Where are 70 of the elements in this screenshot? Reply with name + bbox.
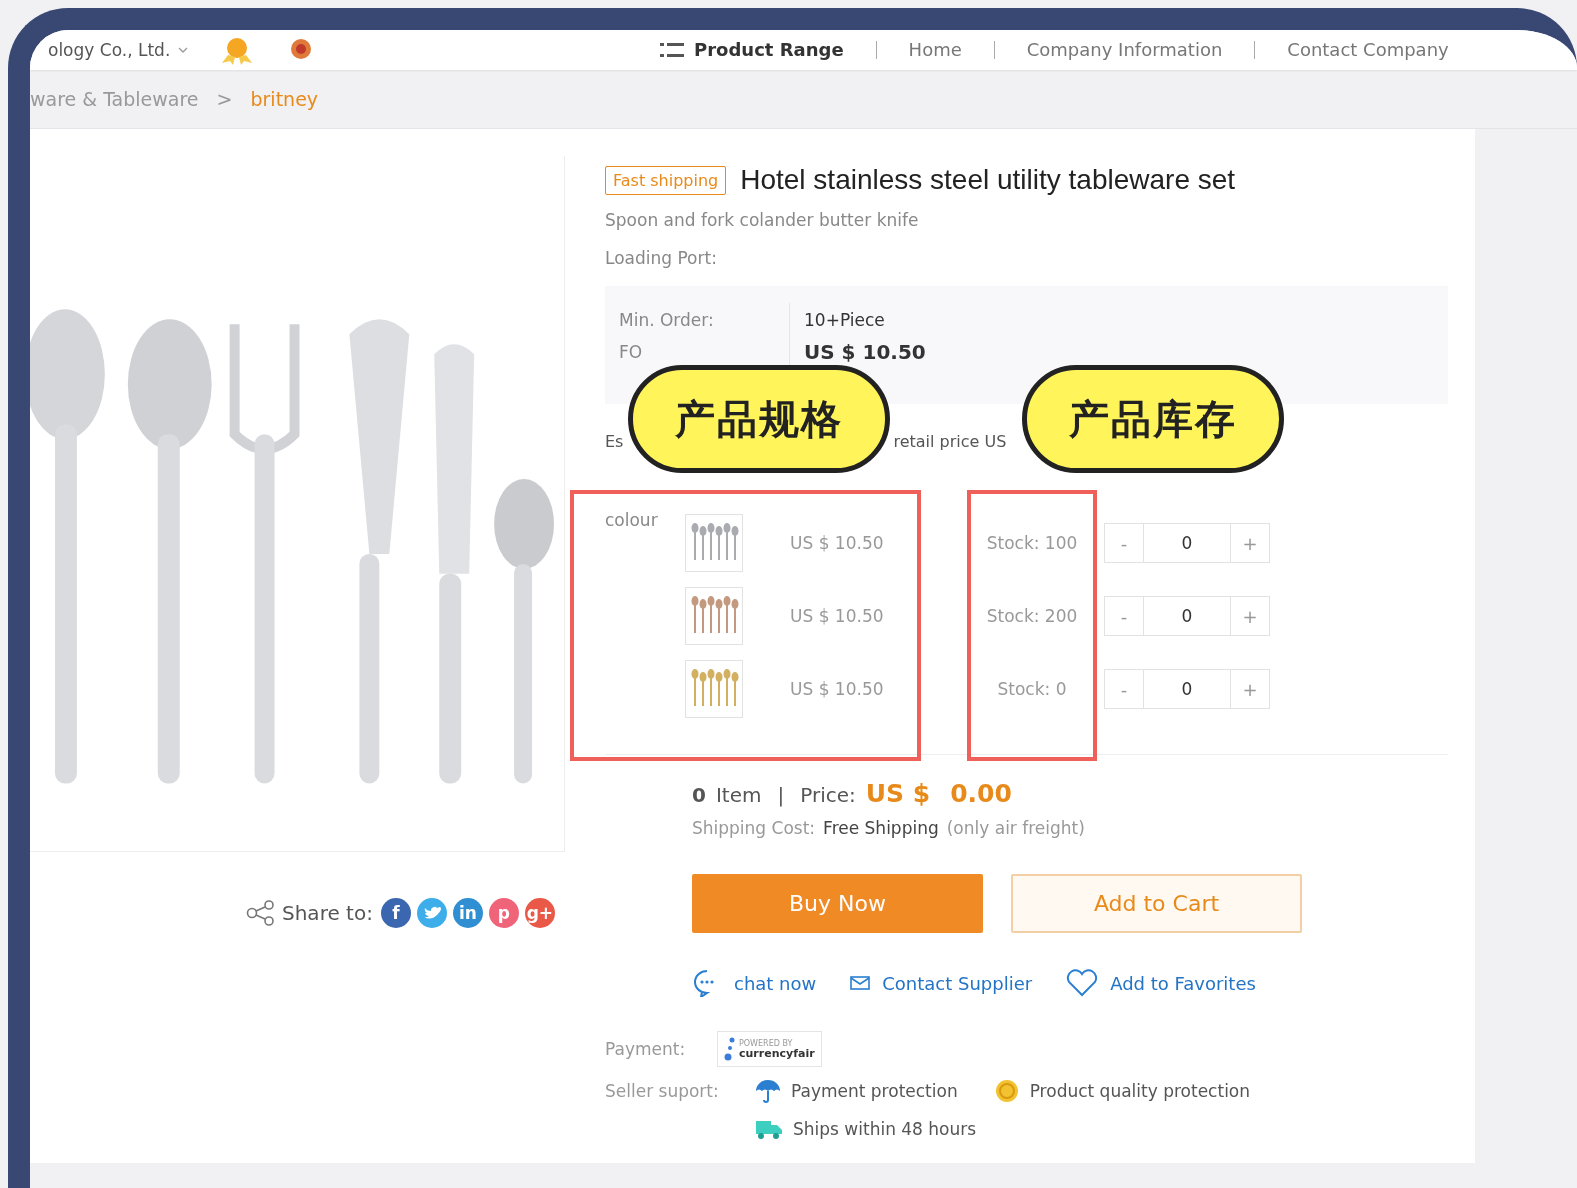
support-item: Ships within 48 hours (793, 1119, 977, 1139)
quantity-stepper[interactable]: - 0 + (1104, 523, 1270, 563)
nav-link[interactable]: Product Range (628, 41, 876, 59)
medal-icon (220, 35, 255, 65)
product-subtitle: Spoon and fork colander butter knife (605, 210, 920, 230)
spec-value: 10+Piece (803, 310, 885, 330)
breadcrumb-link[interactable]: ware & Tableware (30, 88, 199, 110)
seller-support-label: Seller suport: (605, 1080, 720, 1103)
heart-link[interactable]: Add to Favorites (1066, 969, 1256, 997)
stock-count: Stock: 100 (985, 533, 1079, 553)
google-button[interactable]: g+ (524, 898, 555, 928)
heart-icon (1066, 969, 1099, 997)
breadcrumb-separator: > (216, 88, 233, 110)
quantity-stepper[interactable]: - 0 + (1104, 596, 1270, 636)
price-label: Price: (800, 783, 856, 807)
nav-link[interactable]: Home (875, 41, 994, 59)
chat-link[interactable]: chat now (692, 969, 817, 997)
dots-icon (724, 1036, 736, 1062)
stock-count: Stock: 200 (985, 606, 1079, 626)
quantity-field[interactable]: 0 (1143, 524, 1231, 562)
share-label: Share to: (282, 901, 373, 925)
item-count: 0 (692, 783, 706, 807)
facebook-button[interactable]: f (380, 898, 411, 928)
total-price: 0.00 (950, 779, 1012, 808)
truck-icon (755, 1118, 783, 1140)
unit-price: US $ 10.50 (803, 340, 926, 364)
support-item: Payment protection (791, 1081, 958, 1101)
company-name[interactable]: ology Co., Ltd. (48, 40, 171, 60)
retail-text: Es (605, 432, 624, 451)
twitter-button[interactable] (416, 898, 447, 928)
logo-text: currencyfair (739, 1047, 815, 1059)
fast-shipping-badge: Fast shipping (605, 165, 727, 195)
list-icon (660, 42, 684, 58)
nav-link[interactable]: Company Information (993, 41, 1255, 59)
quantity-field[interactable]: 0 (1143, 670, 1231, 708)
logo-caption: POWERED BY (739, 1039, 794, 1048)
add-to-cart-button[interactable]: Add to Cart (1011, 874, 1302, 933)
shipping-note: (only air freight) (946, 818, 1085, 838)
medal-icon (993, 1078, 1020, 1104)
currency-label: US $ (865, 779, 931, 808)
stock-count: Stock: 0 (996, 679, 1068, 699)
breadcrumb-link[interactable]: britney (250, 88, 319, 110)
callout-label: 产品规格 (628, 365, 890, 473)
pinterest-button[interactable]: p (488, 898, 519, 928)
separator: | (777, 783, 785, 807)
buy-now-button[interactable]: Buy Now (692, 874, 983, 933)
mail-icon (850, 975, 871, 991)
quantity-stepper[interactable]: - 0 + (1104, 669, 1270, 709)
loading-port-label: Loading Port: (605, 248, 718, 268)
shipping-value: Free Shipping (823, 818, 939, 838)
quantity-field[interactable]: 0 (1143, 597, 1231, 635)
variant-price: US $ 10.50 (789, 533, 885, 553)
support-item: Product quality protection (1029, 1081, 1251, 1101)
callout-label: 产品库存 (1022, 365, 1284, 473)
spec-label: Min. Order: (605, 303, 790, 337)
item-label: Item (715, 783, 762, 807)
nav-link[interactable]: Contact Company (1254, 41, 1481, 59)
variant-price: US $ 10.50 (789, 679, 885, 699)
variant-price: US $ 10.50 (789, 606, 885, 626)
mail-link[interactable]: Contact Supplier (850, 972, 1033, 994)
bird-icon (422, 905, 441, 921)
linkedin-button[interactable]: in (452, 898, 483, 928)
product-title: Hotel stainless steel utility tableware set (740, 164, 1236, 196)
share-icon (246, 900, 276, 926)
payment-label: Payment: (605, 1038, 687, 1061)
chevron-down-icon (178, 46, 189, 54)
shipping-label: Shipping Cost: (692, 818, 816, 838)
retail-text: retail price US (893, 432, 1007, 451)
umbrella-icon (755, 1078, 781, 1104)
option-label: colour (605, 510, 659, 532)
